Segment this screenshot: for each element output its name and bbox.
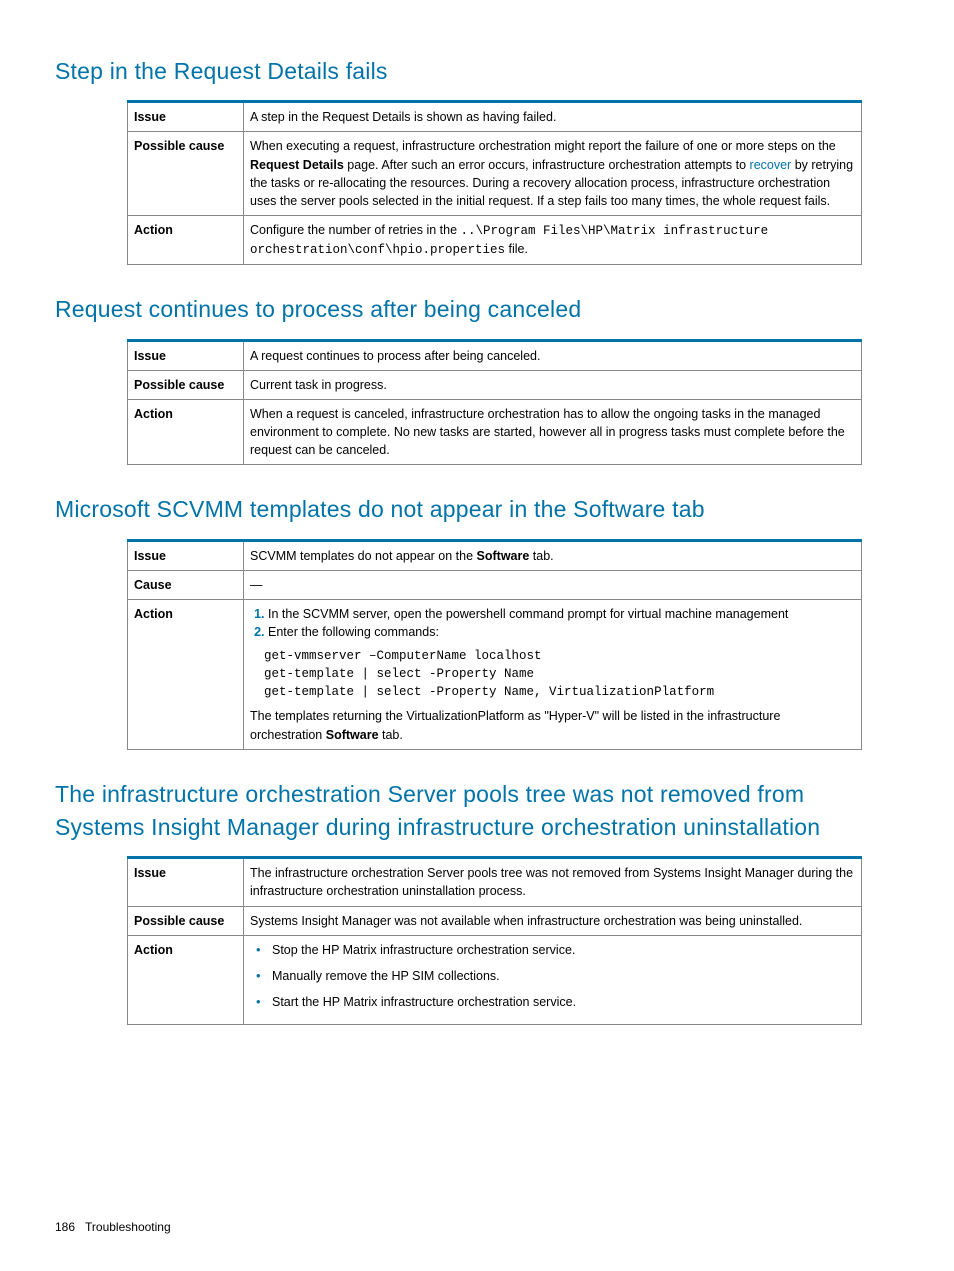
table-row: Action Configure the number of retries i… — [128, 215, 862, 264]
list-item: In the SCVMM server, open the powershell… — [268, 605, 855, 623]
table-row: Possible cause Systems Insight Manager w… — [128, 906, 862, 935]
row-label: Issue — [128, 102, 244, 132]
table-row: Issue The infrastructure orchestration S… — [128, 858, 862, 906]
table-row: Issue A request continues to process aft… — [128, 340, 862, 370]
section-heading: Microsoft SCVMM templates do not appear … — [55, 493, 899, 526]
text: tab. — [529, 549, 553, 563]
row-value: In the SCVMM server, open the powershell… — [244, 599, 862, 749]
row-label: Issue — [128, 858, 244, 906]
row-value: A request continues to process after bei… — [244, 340, 862, 370]
list-item: Enter the following commands: — [268, 623, 855, 641]
row-value: SCVMM templates do not appear on the Sof… — [244, 540, 862, 570]
section-heading: Step in the Request Details fails — [55, 55, 899, 88]
row-value: — — [244, 570, 862, 599]
page-footer: 186 Troubleshooting — [55, 1219, 171, 1236]
row-value: Current task in progress. — [244, 370, 862, 399]
row-label: Issue — [128, 540, 244, 570]
table-row: Action In the SCVMM server, open the pow… — [128, 599, 862, 749]
table-row: Action When a request is canceled, infra… — [128, 399, 862, 464]
bullet-list: Stop the HP Matrix infrastructure orches… — [250, 941, 855, 1011]
section-heading: Request continues to process after being… — [55, 293, 899, 326]
bold-text: Software — [477, 549, 530, 563]
table-row: Possible cause Current task in progress. — [128, 370, 862, 399]
row-label: Action — [128, 399, 244, 464]
row-label: Possible cause — [128, 132, 244, 216]
row-value: When a request is canceled, infrastructu… — [244, 399, 862, 464]
table-row: Cause — — [128, 570, 862, 599]
issue-table: Issue The infrastructure orchestration S… — [127, 856, 862, 1025]
footer-title: Troubleshooting — [85, 1220, 171, 1234]
text: tab. — [379, 728, 403, 742]
row-label: Cause — [128, 570, 244, 599]
text: When executing a request, infrastructure… — [250, 139, 836, 153]
row-value: Systems Insight Manager was not availabl… — [244, 906, 862, 935]
row-label: Action — [128, 215, 244, 264]
row-value: The infrastructure orchestration Server … — [244, 858, 862, 906]
row-value: When executing a request, infrastructure… — [244, 132, 862, 216]
list-item: Start the HP Matrix infrastructure orche… — [268, 993, 855, 1011]
row-label: Issue — [128, 340, 244, 370]
bold-text: Software — [326, 728, 379, 742]
table-row: Issue A step in the Request Details is s… — [128, 102, 862, 132]
text: Configure the number of retries in the — [250, 223, 461, 237]
row-value: A step in the Request Details is shown a… — [244, 102, 862, 132]
issue-table: Issue A request continues to process aft… — [127, 339, 862, 466]
issue-table: Issue SCVMM templates do not appear on t… — [127, 539, 862, 750]
numbered-list: In the SCVMM server, open the powershell… — [250, 605, 855, 641]
page-number: 186 — [55, 1220, 75, 1234]
code-block: get-vmmserver –ComputerName localhost ge… — [264, 647, 855, 701]
list-item: Stop the HP Matrix infrastructure orches… — [268, 941, 855, 959]
list-item: Manually remove the HP SIM collections. — [268, 967, 855, 985]
note-text: The templates returning the Virtualizati… — [250, 707, 855, 743]
row-label: Action — [128, 599, 244, 749]
bold-text: Request Details — [250, 158, 344, 172]
row-value: Stop the HP Matrix infrastructure orches… — [244, 935, 862, 1024]
table-row: Possible cause When executing a request,… — [128, 132, 862, 216]
text: SCVMM templates do not appear on the — [250, 549, 477, 563]
row-value: Configure the number of retries in the .… — [244, 215, 862, 264]
recover-link[interactable]: recover — [750, 158, 792, 172]
section-heading: The infrastructure orchestration Server … — [55, 778, 899, 845]
text: page. After such an error occurs, infras… — [344, 158, 750, 172]
issue-table: Issue A step in the Request Details is s… — [127, 100, 862, 265]
row-label: Action — [128, 935, 244, 1024]
table-row: Action Stop the HP Matrix infrastructure… — [128, 935, 862, 1024]
row-label: Possible cause — [128, 370, 244, 399]
row-label: Possible cause — [128, 906, 244, 935]
table-row: Issue SCVMM templates do not appear on t… — [128, 540, 862, 570]
text: file. — [505, 242, 528, 256]
